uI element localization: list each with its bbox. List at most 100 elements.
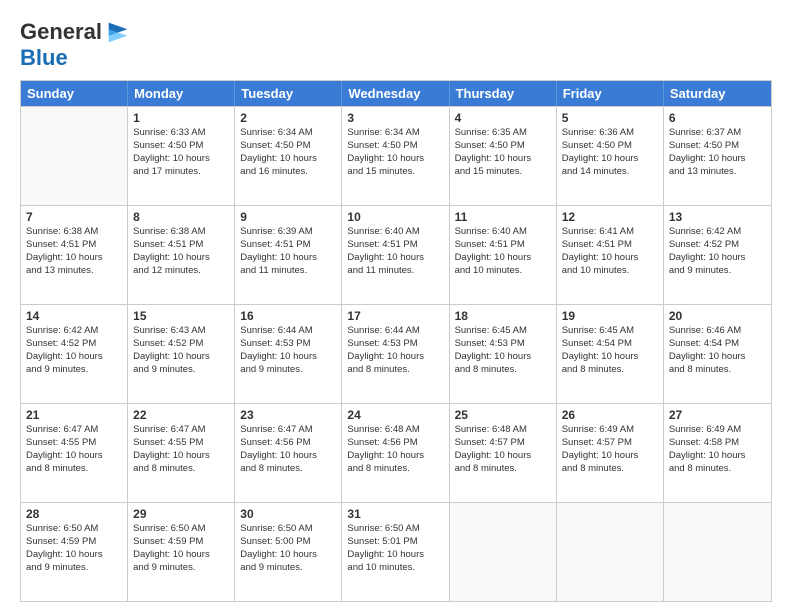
calendar-body: 1 Sunrise: 6:33 AM Sunset: 4:50 PM Daylig… — [21, 106, 771, 601]
day-info: Sunrise: 6:47 AM Sunset: 4:56 PM Dayligh… — [240, 424, 336, 475]
day-number: 19 — [562, 309, 658, 323]
day-cell-11: 11 Sunrise: 6:40 AM Sunset: 4:51 PM Dayli… — [450, 206, 557, 304]
header-day-saturday: Saturday — [664, 81, 771, 106]
day-info: Sunrise: 6:34 AM Sunset: 4:50 PM Dayligh… — [347, 127, 443, 178]
day-info: Sunrise: 6:38 AM Sunset: 4:51 PM Dayligh… — [26, 226, 122, 277]
header: General Blue — [20, 18, 772, 70]
day-info: Sunrise: 6:46 AM Sunset: 4:54 PM Dayligh… — [669, 325, 766, 376]
day-cell-4: 4 Sunrise: 6:35 AM Sunset: 4:50 PM Daylig… — [450, 107, 557, 205]
day-cell-26: 26 Sunrise: 6:49 AM Sunset: 4:57 PM Dayli… — [557, 404, 664, 502]
header-day-sunday: Sunday — [21, 81, 128, 106]
day-cell-31: 31 Sunrise: 6:50 AM Sunset: 5:01 PM Dayli… — [342, 503, 449, 601]
day-info: Sunrise: 6:42 AM Sunset: 4:52 PM Dayligh… — [669, 226, 766, 277]
logo-text-general: General — [20, 20, 102, 44]
day-cell-28: 28 Sunrise: 6:50 AM Sunset: 4:59 PM Dayli… — [21, 503, 128, 601]
day-info: Sunrise: 6:50 AM Sunset: 4:59 PM Dayligh… — [26, 523, 122, 574]
day-info: Sunrise: 6:50 AM Sunset: 5:01 PM Dayligh… — [347, 523, 443, 574]
day-cell-12: 12 Sunrise: 6:41 AM Sunset: 4:51 PM Dayli… — [557, 206, 664, 304]
day-info: Sunrise: 6:42 AM Sunset: 4:52 PM Dayligh… — [26, 325, 122, 376]
day-cell-8: 8 Sunrise: 6:38 AM Sunset: 4:51 PM Daylig… — [128, 206, 235, 304]
day-cell-9: 9 Sunrise: 6:39 AM Sunset: 4:51 PM Daylig… — [235, 206, 342, 304]
week-row-4: 21 Sunrise: 6:47 AM Sunset: 4:55 PM Dayli… — [21, 403, 771, 502]
day-number: 17 — [347, 309, 443, 323]
day-info: Sunrise: 6:47 AM Sunset: 4:55 PM Dayligh… — [26, 424, 122, 475]
day-number: 15 — [133, 309, 229, 323]
logo-text-blue: Blue — [20, 46, 132, 70]
day-number: 12 — [562, 210, 658, 224]
day-info: Sunrise: 6:37 AM Sunset: 4:50 PM Dayligh… — [669, 127, 766, 178]
day-number: 27 — [669, 408, 766, 422]
day-info: Sunrise: 6:35 AM Sunset: 4:50 PM Dayligh… — [455, 127, 551, 178]
day-info: Sunrise: 6:48 AM Sunset: 4:56 PM Dayligh… — [347, 424, 443, 475]
day-cell-16: 16 Sunrise: 6:44 AM Sunset: 4:53 PM Dayli… — [235, 305, 342, 403]
day-cell-27: 27Sunrise: 6:49 AM Sunset: 4:58 PM Dayli… — [664, 404, 771, 502]
day-info: Sunrise: 6:50 AM Sunset: 5:00 PM Dayligh… — [240, 523, 336, 574]
calendar-header: SundayMondayTuesdayWednesdayThursdayFrid… — [21, 81, 771, 106]
header-day-tuesday: Tuesday — [235, 81, 342, 106]
day-number: 29 — [133, 507, 229, 521]
day-info: Sunrise: 6:45 AM Sunset: 4:53 PM Dayligh… — [455, 325, 551, 376]
day-info: Sunrise: 6:34 AM Sunset: 4:50 PM Dayligh… — [240, 127, 336, 178]
week-row-1: 1 Sunrise: 6:33 AM Sunset: 4:50 PM Daylig… — [21, 106, 771, 205]
week-row-3: 14Sunrise: 6:42 AM Sunset: 4:52 PM Dayli… — [21, 304, 771, 403]
day-cell-6: 6 Sunrise: 6:37 AM Sunset: 4:50 PM Daylig… — [664, 107, 771, 205]
day-cell-2: 2 Sunrise: 6:34 AM Sunset: 4:50 PM Daylig… — [235, 107, 342, 205]
empty-cell — [450, 503, 557, 601]
day-info: Sunrise: 6:38 AM Sunset: 4:51 PM Dayligh… — [133, 226, 229, 277]
day-number: 8 — [133, 210, 229, 224]
day-info: Sunrise: 6:47 AM Sunset: 4:55 PM Dayligh… — [133, 424, 229, 475]
day-cell-17: 17 Sunrise: 6:44 AM Sunset: 4:53 PM Dayli… — [342, 305, 449, 403]
day-number: 2 — [240, 111, 336, 125]
day-cell-24: 24Sunrise: 6:48 AM Sunset: 4:56 PM Dayli… — [342, 404, 449, 502]
day-info: Sunrise: 6:40 AM Sunset: 4:51 PM Dayligh… — [455, 226, 551, 277]
day-number: 5 — [562, 111, 658, 125]
page: General Blue SundayMondayTuesdayWednesda… — [0, 0, 792, 612]
day-number: 6 — [669, 111, 766, 125]
day-cell-7: 7 Sunrise: 6:38 AM Sunset: 4:51 PM Daylig… — [21, 206, 128, 304]
day-cell-21: 21 Sunrise: 6:47 AM Sunset: 4:55 PM Dayli… — [21, 404, 128, 502]
day-number: 23 — [240, 408, 336, 422]
day-cell-14: 14Sunrise: 6:42 AM Sunset: 4:52 PM Dayli… — [21, 305, 128, 403]
day-number: 4 — [455, 111, 551, 125]
empty-cell — [557, 503, 664, 601]
day-number: 20 — [669, 309, 766, 323]
day-cell-19: 19Sunrise: 6:45 AM Sunset: 4:54 PM Dayli… — [557, 305, 664, 403]
day-info: Sunrise: 6:41 AM Sunset: 4:51 PM Dayligh… — [562, 226, 658, 277]
day-info: Sunrise: 6:49 AM Sunset: 4:57 PM Dayligh… — [562, 424, 658, 475]
day-number: 7 — [26, 210, 122, 224]
day-cell-15: 15 Sunrise: 6:43 AM Sunset: 4:52 PM Dayli… — [128, 305, 235, 403]
empty-cell — [664, 503, 771, 601]
day-number: 9 — [240, 210, 336, 224]
day-info: Sunrise: 6:44 AM Sunset: 4:53 PM Dayligh… — [240, 325, 336, 376]
day-cell-29: 29Sunrise: 6:50 AM Sunset: 4:59 PM Dayli… — [128, 503, 235, 601]
day-cell-10: 10 Sunrise: 6:40 AM Sunset: 4:51 PM Dayli… — [342, 206, 449, 304]
day-number: 22 — [133, 408, 229, 422]
week-row-2: 7 Sunrise: 6:38 AM Sunset: 4:51 PM Daylig… — [21, 205, 771, 304]
calendar: SundayMondayTuesdayWednesdayThursdayFrid… — [20, 80, 772, 602]
logo-flag-icon — [104, 18, 132, 46]
day-number: 31 — [347, 507, 443, 521]
day-number: 28 — [26, 507, 122, 521]
day-info: Sunrise: 6:39 AM Sunset: 4:51 PM Dayligh… — [240, 226, 336, 277]
day-number: 26 — [562, 408, 658, 422]
day-info: Sunrise: 6:48 AM Sunset: 4:57 PM Dayligh… — [455, 424, 551, 475]
day-number: 10 — [347, 210, 443, 224]
day-number: 3 — [347, 111, 443, 125]
day-number: 30 — [240, 507, 336, 521]
day-number: 1 — [133, 111, 229, 125]
day-info: Sunrise: 6:44 AM Sunset: 4:53 PM Dayligh… — [347, 325, 443, 376]
day-cell-20: 20 Sunrise: 6:46 AM Sunset: 4:54 PM Dayli… — [664, 305, 771, 403]
header-day-thursday: Thursday — [450, 81, 557, 106]
empty-cell — [21, 107, 128, 205]
day-info: Sunrise: 6:40 AM Sunset: 4:51 PM Dayligh… — [347, 226, 443, 277]
day-cell-18: 18Sunrise: 6:45 AM Sunset: 4:53 PM Dayli… — [450, 305, 557, 403]
day-info: Sunrise: 6:33 AM Sunset: 4:50 PM Dayligh… — [133, 127, 229, 178]
day-cell-25: 25Sunrise: 6:48 AM Sunset: 4:57 PM Dayli… — [450, 404, 557, 502]
day-cell-30: 30 Sunrise: 6:50 AM Sunset: 5:00 PM Dayli… — [235, 503, 342, 601]
day-info: Sunrise: 6:43 AM Sunset: 4:52 PM Dayligh… — [133, 325, 229, 376]
day-number: 11 — [455, 210, 551, 224]
day-cell-23: 23 Sunrise: 6:47 AM Sunset: 4:56 PM Dayli… — [235, 404, 342, 502]
day-number: 16 — [240, 309, 336, 323]
day-cell-3: 3 Sunrise: 6:34 AM Sunset: 4:50 PM Daylig… — [342, 107, 449, 205]
day-number: 21 — [26, 408, 122, 422]
